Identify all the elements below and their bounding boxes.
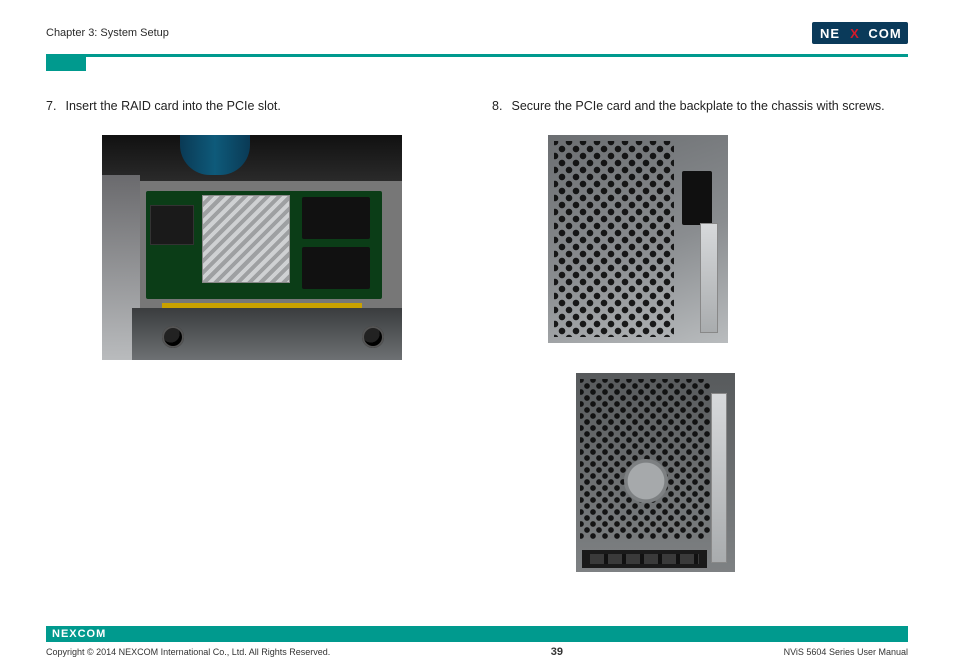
content-columns: 7. Insert the RAID card into the PCIe sl… [46, 99, 908, 572]
page-header: Chapter 3: System Setup NE X COM [46, 20, 908, 46]
ph1-chip-b [302, 247, 370, 289]
step-number: 7. [46, 99, 62, 113]
step-8: 8. Secure the PCIe card and the backplat… [492, 99, 908, 113]
footer-row: Copyright © 2014 NEXCOM International Co… [46, 646, 908, 658]
logo-segment-ne: NE [812, 22, 848, 44]
brand-logo: NE X COM [812, 22, 908, 44]
step-text: Insert the RAID card into the PCIe slot. [65, 99, 280, 113]
ph2-card-opening [682, 171, 712, 225]
step-7: 7. Insert the RAID card into the PCIe sl… [46, 99, 462, 113]
figure-raid-card-inserted [102, 135, 402, 360]
left-column: 7. Insert the RAID card into the PCIe sl… [46, 99, 462, 572]
ph1-sas-ports [150, 205, 194, 245]
ph1-chip-a [302, 197, 370, 239]
logo-segment-com: COM [862, 22, 908, 44]
logo-segment-x: X [848, 22, 862, 44]
figure-backplate-bottom [576, 373, 735, 572]
figure-backplate-top [548, 135, 728, 343]
ph1-heatsink [202, 195, 290, 283]
ph3-backplate [711, 393, 727, 563]
footer-bar: NEXCOM [46, 626, 908, 642]
chapter-label: Chapter 3: System Setup [46, 27, 169, 39]
page-number: 39 [551, 646, 563, 658]
page-footer: NEXCOM Copyright © 2014 NEXCOM Internati… [46, 626, 908, 658]
step-text: Secure the PCIe card and the backplate t… [511, 99, 884, 113]
header-divider [46, 54, 908, 57]
ph1-dark-interior [102, 135, 402, 181]
step-number: 8. [492, 99, 508, 113]
ph2-vent-holes [554, 141, 674, 337]
ph3-fan-hub [624, 459, 668, 503]
right-column: 8. Secure the PCIe card and the backplat… [492, 99, 908, 572]
ph2-backplate [700, 223, 718, 333]
header-tab-accent [46, 57, 86, 71]
nexcom-logo-icon: NE X COM [812, 22, 908, 44]
copyright-text: Copyright © 2014 NEXCOM International Co… [46, 647, 330, 657]
manual-page: Chapter 3: System Setup NE X COM 7. Inse… [0, 0, 954, 672]
ph3-io-ports [582, 550, 707, 568]
manual-title: NViS 5604 Series User Manual [784, 647, 908, 657]
footer-ornament-icon [882, 626, 908, 642]
ph1-bottom-rail [132, 308, 402, 360]
footer-logo-text: NEXCOM [52, 628, 106, 640]
